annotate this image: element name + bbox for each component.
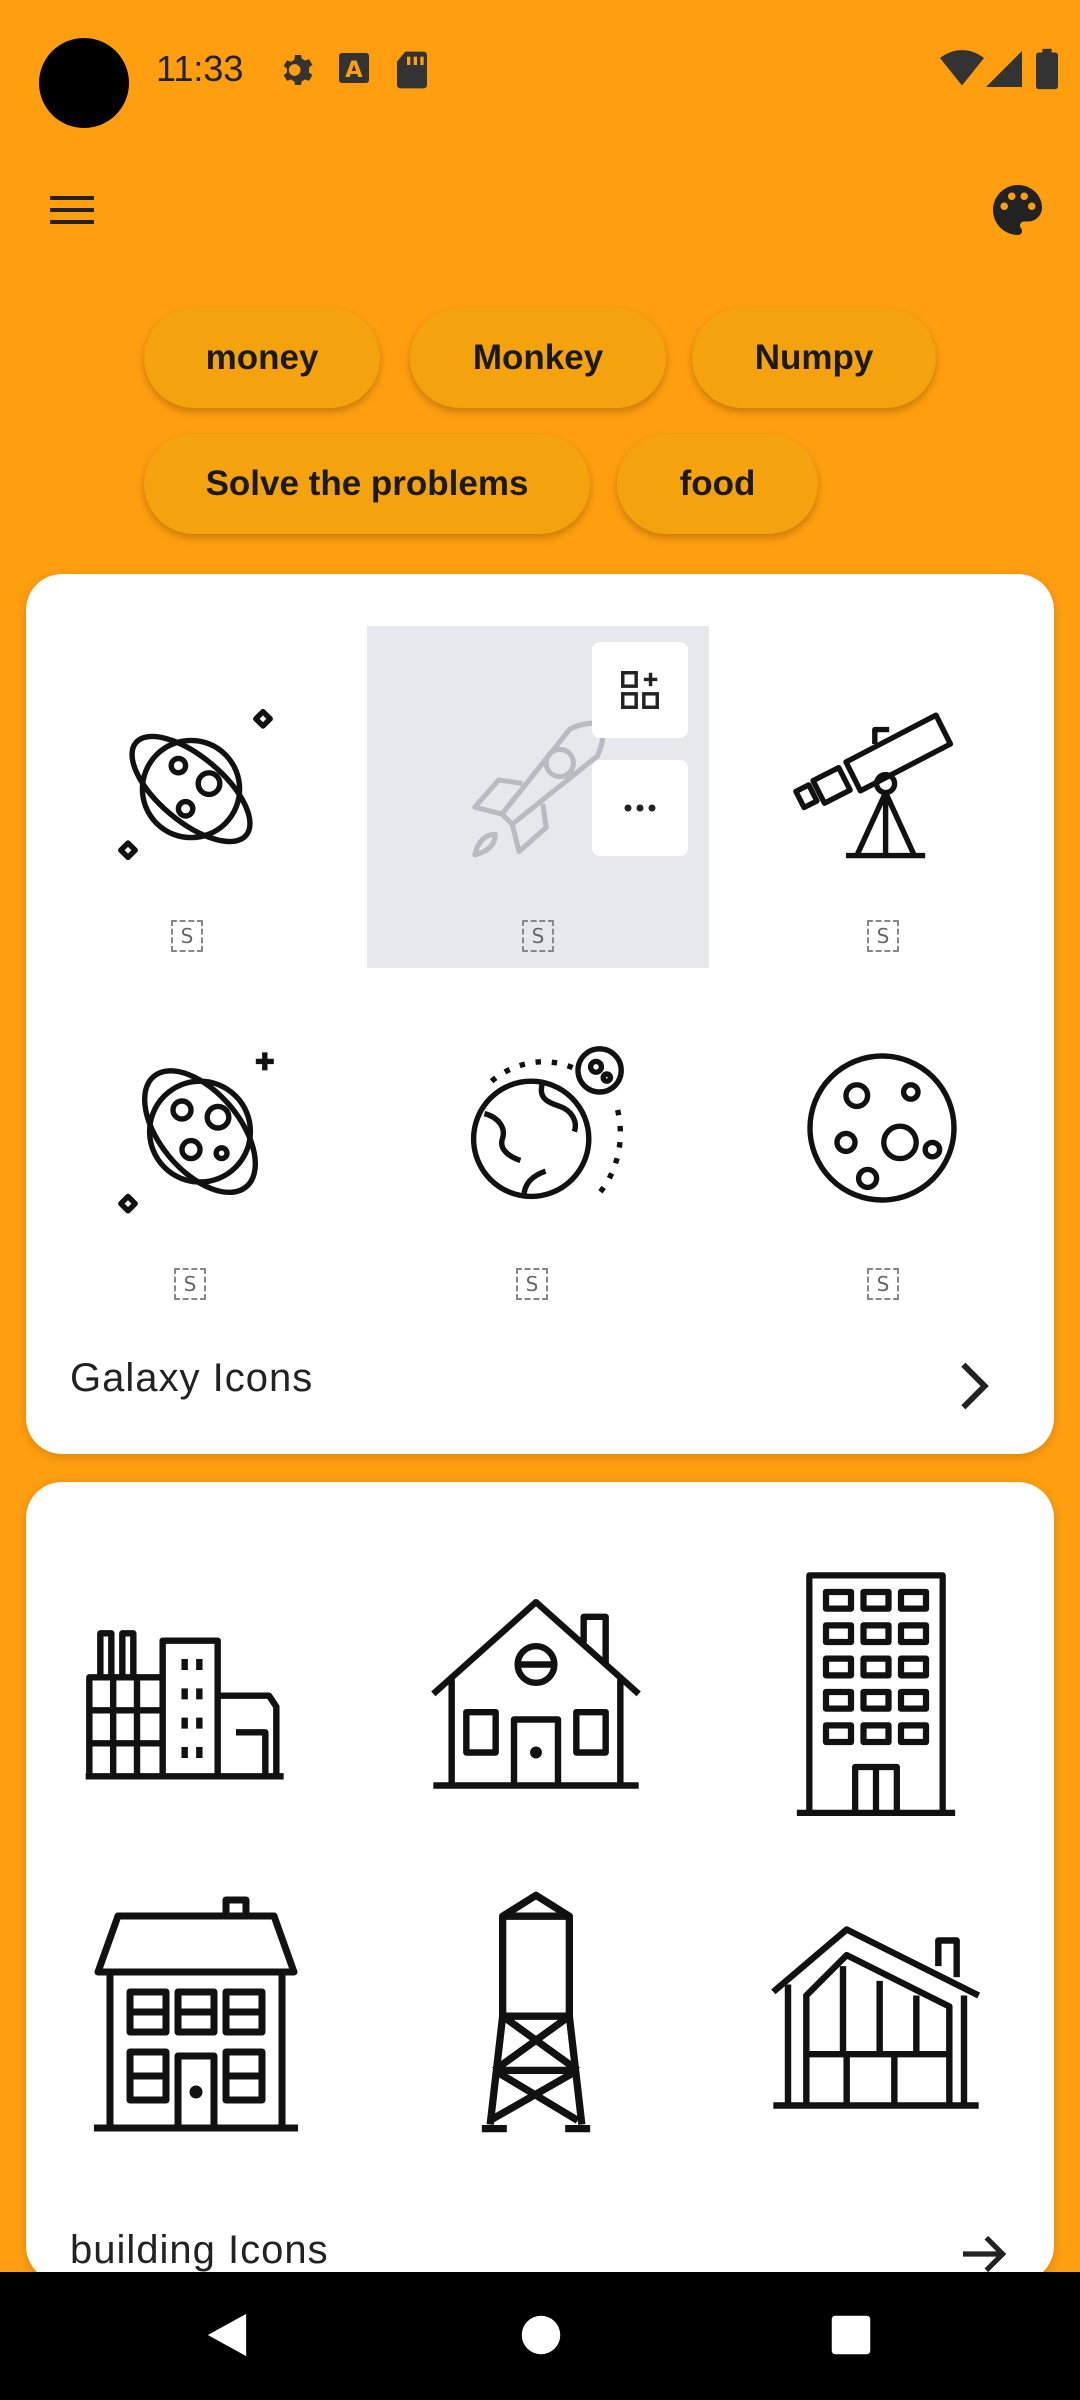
icon-tile-water-tower[interactable]	[426, 1891, 646, 2133]
status-bar: 11:33 A	[0, 0, 1080, 140]
icon-tile-telescope[interactable]	[772, 670, 992, 890]
more-options-icon	[624, 804, 656, 812]
status-time: 11:33	[156, 48, 244, 89]
svg-text:A: A	[345, 57, 363, 83]
camera-cutout	[39, 38, 129, 128]
townhouse-icon	[94, 1896, 298, 2132]
icon-tile-planet-stars[interactable]	[90, 1018, 310, 1238]
add-to-collection-button[interactable]	[592, 642, 688, 738]
back-icon[interactable]	[204, 2310, 250, 2360]
size-badge: S	[516, 1268, 548, 1300]
icon-tile-house[interactable]	[426, 1582, 646, 1802]
icon-tile-planet[interactable]	[90, 670, 310, 890]
earth-moon-icon	[470, 1046, 624, 1200]
office-building-icon	[796, 1572, 956, 1816]
telescope-icon	[793, 712, 954, 859]
recents-icon[interactable]	[830, 2314, 872, 2356]
system-navigation-bar	[0, 2272, 1080, 2400]
palette-icon[interactable]	[988, 180, 1048, 240]
icon-tile-office-building[interactable]	[766, 1572, 986, 1816]
planet-icon	[118, 708, 273, 861]
modern-house-icon	[771, 1926, 981, 2109]
size-badge: S	[522, 920, 554, 952]
size-badge: S	[174, 1268, 206, 1300]
hamburger-menu-icon[interactable]	[42, 180, 102, 240]
icon-tile-factory[interactable]	[82, 1582, 302, 1802]
moon-icon	[807, 1053, 957, 1203]
card-title: Galaxy Icons	[70, 1356, 314, 1400]
chip-money[interactable]: money	[144, 308, 380, 408]
chevron-right-icon[interactable]	[942, 1354, 1006, 1418]
size-badge: S	[171, 920, 203, 952]
icon-tile-moon[interactable]	[772, 1018, 992, 1238]
chip-solve-the-problems[interactable]: Solve the problems	[144, 434, 590, 534]
size-badge: S	[867, 920, 899, 952]
card-title: building Icons	[70, 2228, 329, 2272]
icon-tile-modern-house[interactable]	[766, 1902, 986, 2122]
chip-monkey[interactable]: Monkey	[410, 308, 666, 408]
a-letter-icon: A	[339, 53, 369, 83]
building-icons-card[interactable]: building Icons	[26, 1482, 1054, 2282]
water-tower-icon	[481, 1891, 591, 2133]
more-options-button[interactable]	[592, 760, 688, 856]
planet-stars-icon	[118, 1052, 274, 1214]
home-icon[interactable]	[520, 2314, 562, 2356]
factory-icon	[85, 1630, 284, 1780]
galaxy-icons-card[interactable]: S S S S S S Galaxy Icons	[26, 574, 1054, 1454]
sd-card-icon	[397, 51, 427, 89]
chip-food[interactable]: food	[617, 434, 818, 534]
add-to-collection-icon	[621, 671, 659, 709]
house-icon	[431, 1598, 641, 1789]
wifi-icon	[940, 50, 984, 86]
icon-tile-townhouse[interactable]	[86, 1896, 306, 2132]
signal-icon	[986, 51, 1022, 87]
icon-tile-earth-moon[interactable]	[432, 1018, 652, 1238]
size-badge: S	[867, 1268, 899, 1300]
battery-icon	[1036, 48, 1058, 90]
settings-icon	[283, 55, 313, 85]
chip-numpy[interactable]: Numpy	[692, 308, 936, 408]
